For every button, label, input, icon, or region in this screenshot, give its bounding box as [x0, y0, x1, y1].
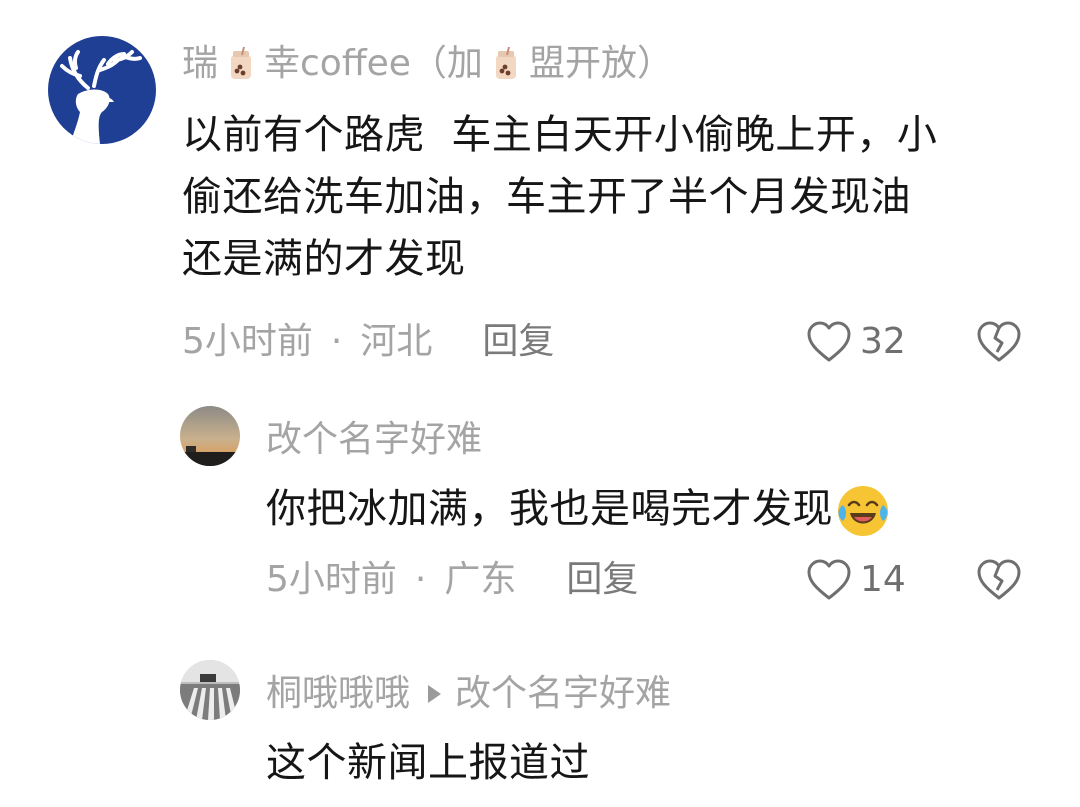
reply-item: 桐哦哦哦 改个名字好难 这个新闻上报道过 — [0, 640, 1080, 807]
heart-icon — [807, 559, 851, 600]
comment-meta: 5小时前 · 河北 回复 — [182, 320, 554, 364]
laughing-crying-emoji — [838, 486, 888, 536]
like-button[interactable]: 14 — [806, 558, 906, 602]
reply-arrow-icon — [428, 685, 442, 703]
heart-icon — [807, 321, 851, 362]
username[interactable]: 桐哦哦哦 改个名字好难 — [266, 672, 671, 716]
separator-dot: · — [330, 321, 343, 362]
comment-thread: 瑞 幸coffee（加 盟开放） 以前有个路虎 车主白天开小偷晚上开，小 偷还给… — [0, 0, 1080, 807]
broken-heart-icon — [977, 559, 1021, 600]
avatar[interactable] — [180, 660, 240, 720]
deer-logo-icon — [60, 50, 142, 144]
avatar[interactable] — [180, 406, 240, 466]
timestamp: 5小时前 — [266, 559, 397, 600]
location: 广东 — [444, 559, 517, 600]
comment-line: 以前有个路虎 车主白天开小偷晚上开，小 — [182, 112, 938, 158]
comment-meta: 5小时前 · 广东 回复 — [266, 558, 638, 602]
milk-tea-icon — [231, 47, 252, 79]
username[interactable]: 改个名字好难 — [266, 418, 482, 462]
comment-line: 你把冰加满，我也是喝完才发现 — [266, 486, 833, 532]
reply-item: 改个名字好难 你把冰加满，我也是喝完才发现 5小时前 · 广东 回复 14 — [0, 390, 1080, 640]
comment-text: 你把冰加满，我也是喝完才发现 — [266, 478, 1026, 540]
reply-button[interactable]: 回复 — [482, 320, 554, 364]
crosswalk-photo-avatar — [180, 660, 240, 720]
comment-item: 瑞 幸coffee（加 盟开放） 以前有个路虎 车主白天开小偷晚上开，小 偷还给… — [0, 0, 1080, 390]
reply-button[interactable]: 回复 — [566, 558, 638, 602]
username-prefix: 瑞 — [182, 43, 219, 84]
dislike-button[interactable] — [976, 558, 1022, 606]
like-count: 14 — [860, 559, 906, 600]
username-suffix: 盟开放） — [528, 43, 673, 84]
username-mid: 幸coffee（加 — [264, 43, 483, 84]
separator-dot: · — [414, 559, 427, 600]
timestamp: 5小时前 — [182, 321, 313, 362]
username[interactable]: 瑞 幸coffee（加 盟开放） — [182, 42, 673, 86]
like-count: 32 — [860, 321, 906, 362]
broken-heart-icon — [977, 321, 1021, 362]
comment-line: 这个新闻上报道过 — [266, 740, 590, 786]
reply-author: 桐哦哦哦 — [266, 673, 411, 714]
comment-line: 偷还给洗车加油，车主开了半个月发现油 — [182, 174, 911, 220]
like-button[interactable]: 32 — [806, 320, 906, 364]
comment-text: 这个新闻上报道过 — [266, 732, 1026, 794]
milk-tea-icon — [495, 47, 516, 79]
sunset-photo-avatar — [180, 406, 240, 466]
comment-text: 以前有个路虎 车主白天开小偷晚上开，小 偷还给洗车加油，车主开了半个月发现油 还… — [182, 104, 1042, 290]
location: 河北 — [360, 321, 433, 362]
comment-line: 还是满的才发现 — [182, 236, 466, 282]
reply-to-user: 改个名字好难 — [455, 673, 672, 714]
avatar[interactable] — [48, 36, 156, 144]
dislike-button[interactable] — [976, 320, 1022, 368]
